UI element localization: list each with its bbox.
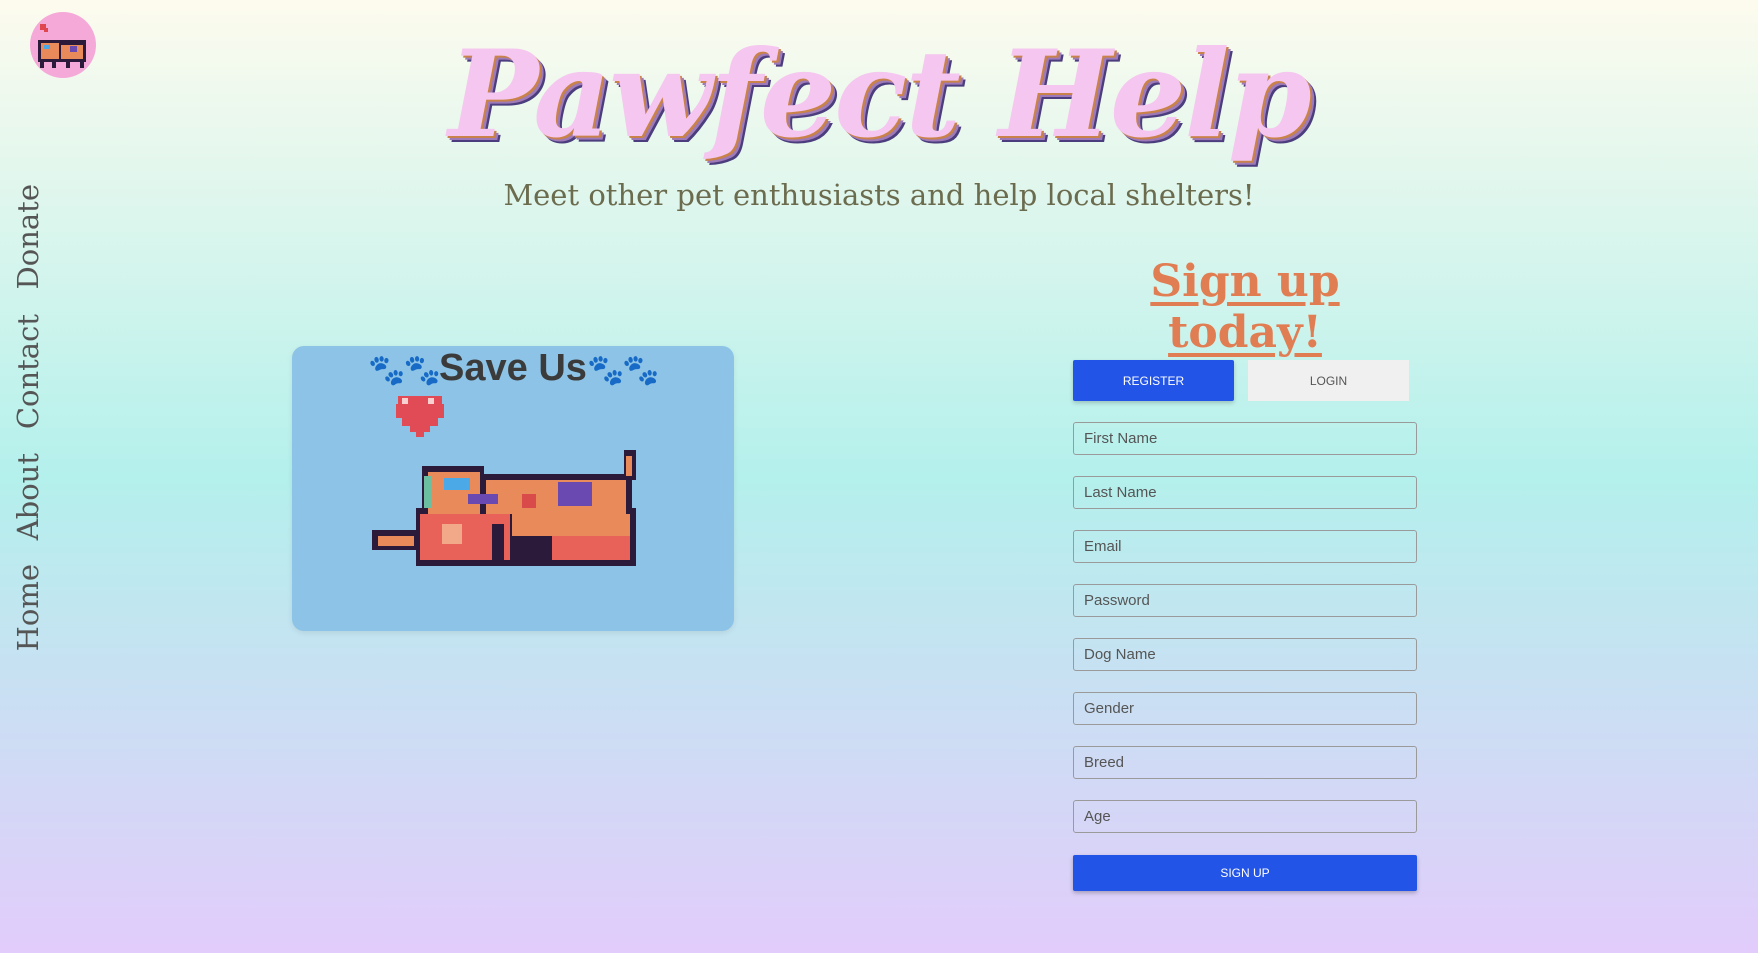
card-title-row: 🐾🐾Save Us🐾🐾 [292,346,734,393]
page-subtitle: Meet other pet enthusiasts and help loca… [503,178,1255,212]
nav-item-about[interactable]: About [11,453,45,540]
age-field[interactable] [1073,800,1417,833]
email-field[interactable] [1073,530,1417,563]
dog-name-field[interactable] [1073,638,1417,671]
nav-item-home[interactable]: Home [11,564,45,651]
paw-prints-right-icon: 🐾🐾 [586,354,660,387]
login-tab[interactable]: Login [1248,360,1409,401]
last-name-field[interactable] [1073,476,1417,509]
password-field[interactable] [1073,584,1417,617]
nav-item-contact[interactable]: Contact [11,314,45,429]
heart-and-puppies-pixel-icon [372,396,636,566]
breed-field[interactable] [1073,746,1417,779]
card-title: Save Us [439,347,587,389]
paw-prints-left-icon: 🐾🐾 [368,354,441,387]
save-us-card: 🐾🐾Save Us🐾🐾 [292,346,734,631]
page-title: Pawfect Help [448,24,1312,165]
sign-up-button[interactable]: Sign Up [1073,855,1417,891]
register-tab[interactable]: Register [1073,360,1234,401]
first-name-field[interactable] [1073,422,1417,455]
side-nav: Home About Contact Donate [10,172,46,663]
signup-heading[interactable]: Sign up today! [1072,256,1418,358]
gender-field[interactable] [1073,692,1417,725]
